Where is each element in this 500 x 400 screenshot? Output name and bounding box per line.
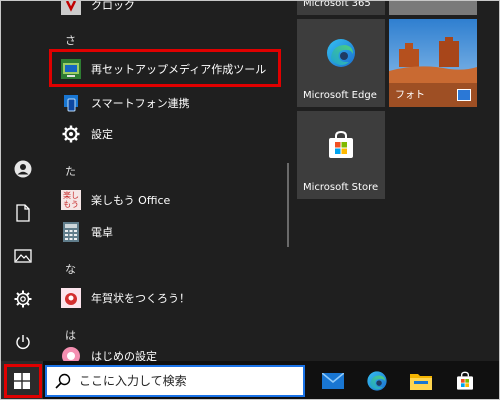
start-menu: クロック さ 再セットアップメディア作成ツール スマートフォン連携 設定 た 楽… [1,0,499,361]
start-button-highlight-box [4,364,42,398]
app-label: 年賀状をつくろう！ [91,292,190,305]
section-header-sa[interactable]: さ [65,32,76,48]
document-icon [16,204,30,222]
app-nengajo[interactable]: 年賀状をつくろう！ [45,282,291,314]
taskbar [1,361,499,399]
search-icon [55,373,71,389]
mail-icon [322,373,344,389]
section-header-na[interactable]: な [65,261,76,277]
app-clock[interactable]: クロック [45,0,291,21]
office-icon-text: 楽しもう [63,191,79,209]
office-app-icon: 楽しもう [61,190,81,210]
taskbar-store[interactable] [443,361,487,399]
app-label: クロック [91,0,135,12]
taskbar-mail[interactable] [311,361,355,399]
edge-icon [327,39,355,67]
tile-microsoft-store[interactable]: Microsoft Store [297,111,385,199]
store-icon [457,371,473,390]
section-header-ta[interactable]: た [65,163,76,179]
search-input[interactable] [79,374,279,388]
edge-icon [367,371,387,391]
app-list-scrollbar[interactable] [287,163,289,247]
settings-gear-icon [61,124,81,144]
desktop-screen: クロック さ 再セットアップメディア作成ツール スマートフォン連携 設定 た 楽… [0,0,500,400]
tile-top-right[interactable] [389,1,477,15]
start-rail [1,1,45,361]
section-header-ha[interactable]: は [65,327,76,343]
app-initial-setup[interactable]: はじめの設定 [45,346,291,361]
tile-label: フォト [395,90,425,101]
app-office[interactable]: 楽しもう 楽しもう Office [45,184,291,216]
app-label: はじめの設定 [91,350,157,361]
user-account-button[interactable] [1,149,45,189]
tile-microsoft-edge[interactable]: Microsoft Edge [297,19,385,107]
app-label: 設定 [91,128,113,141]
power-icon [16,335,30,349]
store-bag-icon [329,130,353,158]
taskbar-file-explorer[interactable] [399,361,443,399]
pictures-icon [14,249,32,263]
tile-label: Microsoft 365 [303,0,371,9]
documents-button[interactable] [1,193,45,233]
tile-microsoft-365[interactable]: Microsoft 365 [297,0,385,15]
nengajo-app-icon [61,288,81,308]
app-label: スマートフォン連携 [91,97,190,110]
pictures-button[interactable] [1,236,45,276]
taskbar-search-box[interactable] [45,365,305,397]
app-your-phone[interactable]: スマートフォン連携 [45,87,291,119]
initial-setup-icon [61,346,81,361]
start-button[interactable] [1,361,43,399]
calculator-icon [61,222,81,242]
gear-icon [14,290,32,308]
photos-badge-icon [457,89,471,101]
app-calculator[interactable]: 電卓 [45,216,291,248]
media-tool-highlight-box [49,49,281,87]
app-settings[interactable]: 設定 [45,118,291,150]
phone-link-icon [61,93,81,113]
tile-label: Microsoft Store [303,182,379,193]
file-explorer-icon [410,374,432,390]
clock-app-icon [61,1,81,15]
power-button[interactable] [1,322,45,362]
app-label: 楽しもう Office [91,194,171,207]
tile-label: Microsoft Edge [303,90,377,101]
app-label: 電卓 [91,226,113,239]
settings-rail-button[interactable] [1,279,45,319]
tile-photos[interactable]: フォト [389,19,477,107]
taskbar-edge[interactable] [355,361,399,399]
user-icon [14,160,32,178]
